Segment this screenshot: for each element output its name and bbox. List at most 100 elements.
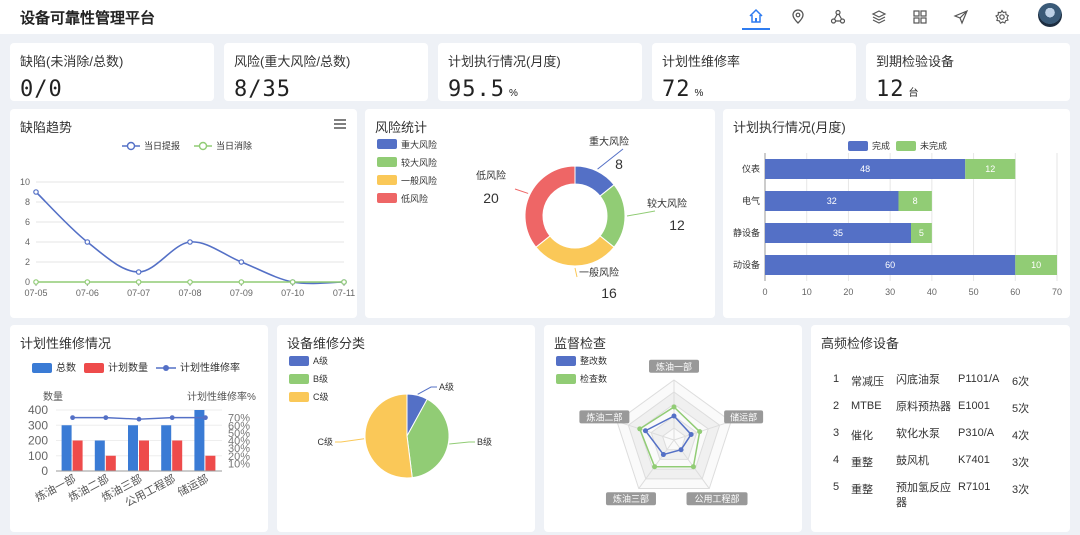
- y-tick-label: 0: [25, 277, 30, 287]
- legend-marker: [126, 141, 136, 151]
- donut-slice: [524, 165, 576, 248]
- data-point: [103, 415, 109, 421]
- kpi-card-risks: 风险(重大风险/总数) 8/35: [224, 43, 428, 102]
- x-tick-label: 70: [1052, 287, 1062, 297]
- legend-label: 完成: [872, 140, 890, 151]
- grid-icon[interactable]: [906, 4, 934, 30]
- kpi-value: 8/35: [234, 77, 291, 102]
- data-point: [187, 239, 193, 245]
- bar: [161, 425, 172, 471]
- bar: [128, 425, 138, 471]
- data-point: [341, 279, 347, 285]
- bar: [139, 440, 149, 471]
- y-tick-label: 400: [28, 403, 48, 417]
- legend-swatch: [289, 374, 309, 384]
- freq-name: 原料预热器: [896, 401, 951, 413]
- indicator-label: 炼油三部: [613, 493, 649, 504]
- freq-unit: 催化: [851, 430, 873, 442]
- bar: [105, 455, 116, 471]
- home-icon[interactable]: [742, 4, 770, 30]
- kpi-label: 风险(重大风险/总数): [234, 54, 351, 69]
- data-label: 10: [1031, 260, 1041, 270]
- kpi-value: 72%: [662, 77, 705, 102]
- x-tick-label: 60: [1010, 287, 1020, 297]
- y-tick-label: 10: [20, 177, 30, 187]
- data-point: [70, 415, 75, 421]
- bar: [194, 410, 205, 471]
- send-icon[interactable]: [947, 4, 975, 30]
- freq-rank: 4: [833, 454, 840, 466]
- indicator-label: 公用工程部: [695, 493, 740, 504]
- card-title: 高频检修设备: [821, 336, 900, 351]
- slice-label: 低风险: [476, 169, 506, 182]
- data-point: [135, 279, 142, 285]
- freq-rank: 2: [833, 400, 840, 412]
- data-point: [690, 464, 696, 470]
- data-point: [33, 279, 39, 285]
- layers-icon[interactable]: [865, 4, 893, 30]
- freq-unit: 重整: [851, 457, 873, 469]
- slice-label: 一般风险: [579, 266, 619, 279]
- slice-value: 20: [483, 190, 499, 206]
- data-point: [688, 431, 694, 437]
- legend-swatch: [556, 374, 576, 384]
- plan-exec-chart: 0 10 20 30 40 50 60 70 仪表 48 12 电气 32 8 静设备 35 5 动设备 60 10 完…: [733, 140, 1062, 297]
- x-tick-label: 50: [969, 287, 979, 297]
- legend-label: 计划数量: [108, 361, 148, 374]
- x-tick-label: 07-05: [24, 288, 47, 298]
- freq-tag: E1001: [958, 400, 990, 412]
- x-tick-label: 10: [802, 287, 812, 297]
- data-point: [238, 259, 245, 265]
- legend-swatch: [289, 392, 309, 402]
- map-pin-icon[interactable]: [784, 4, 812, 30]
- data-point: [238, 279, 245, 285]
- bar: [61, 425, 72, 471]
- kpi-card-defects: 缺陷(未消除/总数) 0/0: [10, 43, 214, 102]
- legend-marker: [198, 141, 208, 151]
- freq-tag: K7401: [958, 454, 990, 466]
- pie-slice: [364, 393, 413, 479]
- bar: [72, 440, 83, 471]
- bar: [172, 440, 183, 471]
- legend-label: B级: [313, 373, 328, 384]
- risk-stats-card: 风险统计 重大风险 8 重大风险 较大风险 12 较大风险 一般风险 16 一般风险 低风险 20 低…: [365, 109, 715, 318]
- slice-label: A级: [439, 381, 454, 392]
- network-icon[interactable]: [824, 4, 852, 30]
- gear-icon[interactable]: [988, 4, 1016, 30]
- kpi-value: 0/0: [20, 77, 63, 102]
- freq-count: 5次: [1012, 403, 1030, 415]
- inspection-card: 监督检查 炼油一部 储运部 公用工程部 炼油三部 炼油二部 整改数 检查数: [544, 325, 802, 532]
- risk-stats-chart: 重大风险8重大风险较大风险12较大风险一般风险16一般风险 低风险20低风险: [377, 135, 687, 301]
- y-tick-label: 0: [41, 464, 48, 478]
- data-point: [84, 239, 91, 245]
- data-point: [697, 429, 703, 435]
- kpi-value: 95.5%: [448, 77, 519, 102]
- slice-label: 较大风险: [647, 197, 687, 210]
- freq-name: 预加氢反应器: [896, 482, 951, 509]
- avatar[interactable]: [1038, 3, 1062, 27]
- legend-label: 低风险: [401, 193, 428, 204]
- y-tick-label: 4: [25, 237, 30, 247]
- bar: [94, 440, 105, 471]
- legend-swatch: [848, 141, 868, 151]
- y-tick-label: 100: [28, 449, 48, 463]
- legend-swatch: [377, 175, 397, 185]
- freq-rank: 3: [833, 427, 840, 439]
- data-label: 35: [833, 228, 843, 238]
- freq-unit: MTBE: [851, 400, 882, 412]
- data-point: [136, 416, 142, 422]
- y-tick-label: 2: [25, 257, 30, 267]
- leader-line: [514, 188, 529, 194]
- indicator-label: 储运部: [730, 411, 757, 422]
- kpi-label: 缺陷(未消除/总数): [20, 54, 124, 69]
- donut-slice: [599, 184, 626, 248]
- legend-label: 总数: [56, 361, 76, 374]
- x-tick-label: 0: [762, 287, 767, 297]
- top-bar: 设备可靠性管理平台: [0, 0, 1080, 34]
- legend-swatch: [377, 193, 397, 203]
- bar: [205, 455, 216, 471]
- freq-tag: P1101/A: [958, 373, 1000, 385]
- plan-exec-card: 计划执行情况(月度) 0 10 20 30 40 50 60 70 仪表 48 12 电气 32 8 静设备…: [723, 109, 1070, 318]
- x-tick-label: 07-06: [76, 288, 99, 298]
- data-point: [135, 269, 142, 275]
